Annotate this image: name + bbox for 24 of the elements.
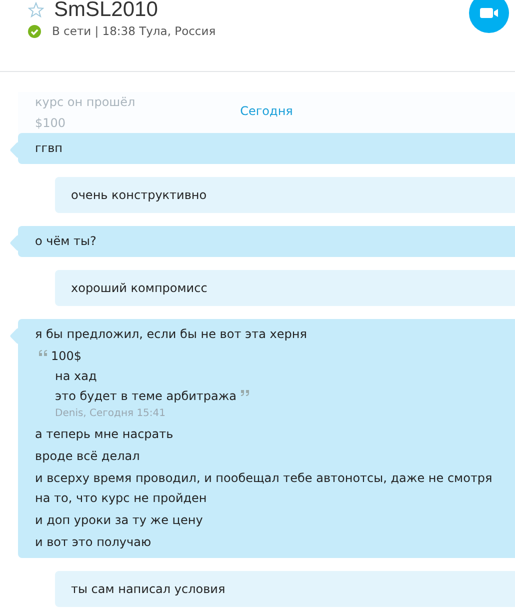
message-line: курс он прошёл: [35, 94, 136, 111]
contact-name: SmSL2010: [54, 0, 158, 20]
message-line: очень конструктивно: [71, 187, 208, 204]
quoted-line: это будет в теме арбитража: [55, 388, 237, 405]
message-line: ггвп: [35, 140, 64, 157]
open-quote-icon: [38, 350, 47, 356]
video-camera-icon: [480, 7, 498, 19]
message-line: о чём ты?: [35, 233, 98, 250]
quoted-line: на хад: [55, 368, 97, 385]
message-line: $100: [35, 115, 66, 132]
video-call-button[interactable]: [469, 0, 509, 33]
message-line: ты сам написал условия: [71, 581, 226, 598]
message-line: а теперь мне насрать: [35, 426, 174, 443]
message-line: вроде всё делал: [35, 448, 141, 465]
status-text: В сети | 18:38 Тула, Россия: [52, 24, 216, 38]
date-separator: Сегодня: [240, 104, 293, 118]
message-line: я бы предложил, если бы не вот эта херня: [35, 326, 308, 343]
quote-author: Denis, Сегодня 15:41: [54, 407, 167, 421]
star-icon[interactable]: [28, 2, 44, 18]
close-quote-icon: [240, 390, 249, 396]
message-line: и вот это получаю: [35, 534, 152, 551]
message-line: и доп уроки за ту же цену: [35, 512, 204, 529]
quoted-line: 100$: [51, 348, 82, 365]
message-line: хороший компромисс: [71, 280, 208, 297]
